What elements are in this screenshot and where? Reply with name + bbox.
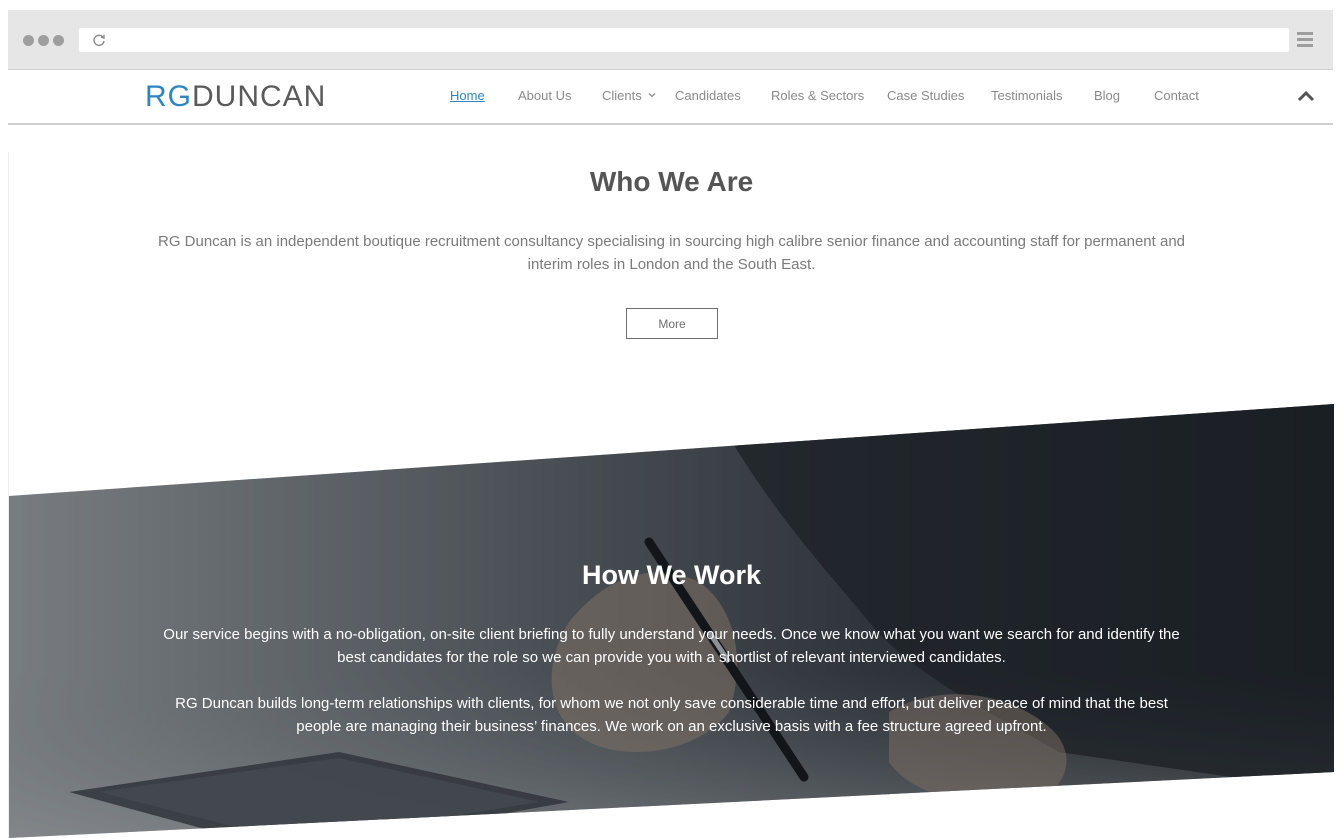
logo[interactable]: RGDUNCAN: [145, 80, 326, 114]
reload-icon[interactable]: [91, 32, 107, 48]
nav-clients[interactable]: Clients: [602, 88, 656, 103]
more-button[interactable]: More: [626, 308, 718, 339]
who-we-are-text: RG Duncan is an independent boutique rec…: [157, 233, 1186, 273]
nav-blog[interactable]: Blog: [1094, 88, 1120, 103]
hamburger-menu-icon[interactable]: [1297, 32, 1313, 50]
nav-case-studies[interactable]: Case Studies: [887, 88, 964, 103]
who-we-are-title: Who We Are: [589, 166, 754, 197]
nav-home[interactable]: Home: [450, 88, 485, 103]
how-we-work-paragraph-2: RG Duncan builds long-term relationships…: [175, 695, 1168, 735]
how-we-work-paragraph-1: Our service begins with a no-obligation,…: [163, 626, 1180, 666]
nav-contact[interactable]: Contact: [1154, 88, 1199, 103]
browser-chrome: [8, 10, 1333, 70]
logo-rg: RG: [145, 80, 192, 113]
nav-roles-sectors[interactable]: Roles & Sectors: [771, 88, 864, 103]
window-dots-icon: [23, 35, 64, 46]
address-bar[interactable]: [79, 28, 1289, 52]
chevron-down-icon: [648, 93, 656, 98]
nav-clients-label: Clients: [602, 88, 642, 103]
page-content: Who We Are RG Duncan is an independent b…: [8, 152, 1334, 838]
scroll-top-icon[interactable]: [1296, 88, 1316, 104]
how-we-work-title: How We Work: [581, 560, 762, 590]
nav-candidates[interactable]: Candidates: [675, 88, 741, 103]
nav-about-us[interactable]: About Us: [518, 88, 571, 103]
logo-duncan: DUNCAN: [192, 80, 327, 113]
site-header: RGDUNCAN Home About Us Clients Candidate…: [8, 70, 1333, 125]
nav-testimonials[interactable]: Testimonials: [991, 88, 1063, 103]
